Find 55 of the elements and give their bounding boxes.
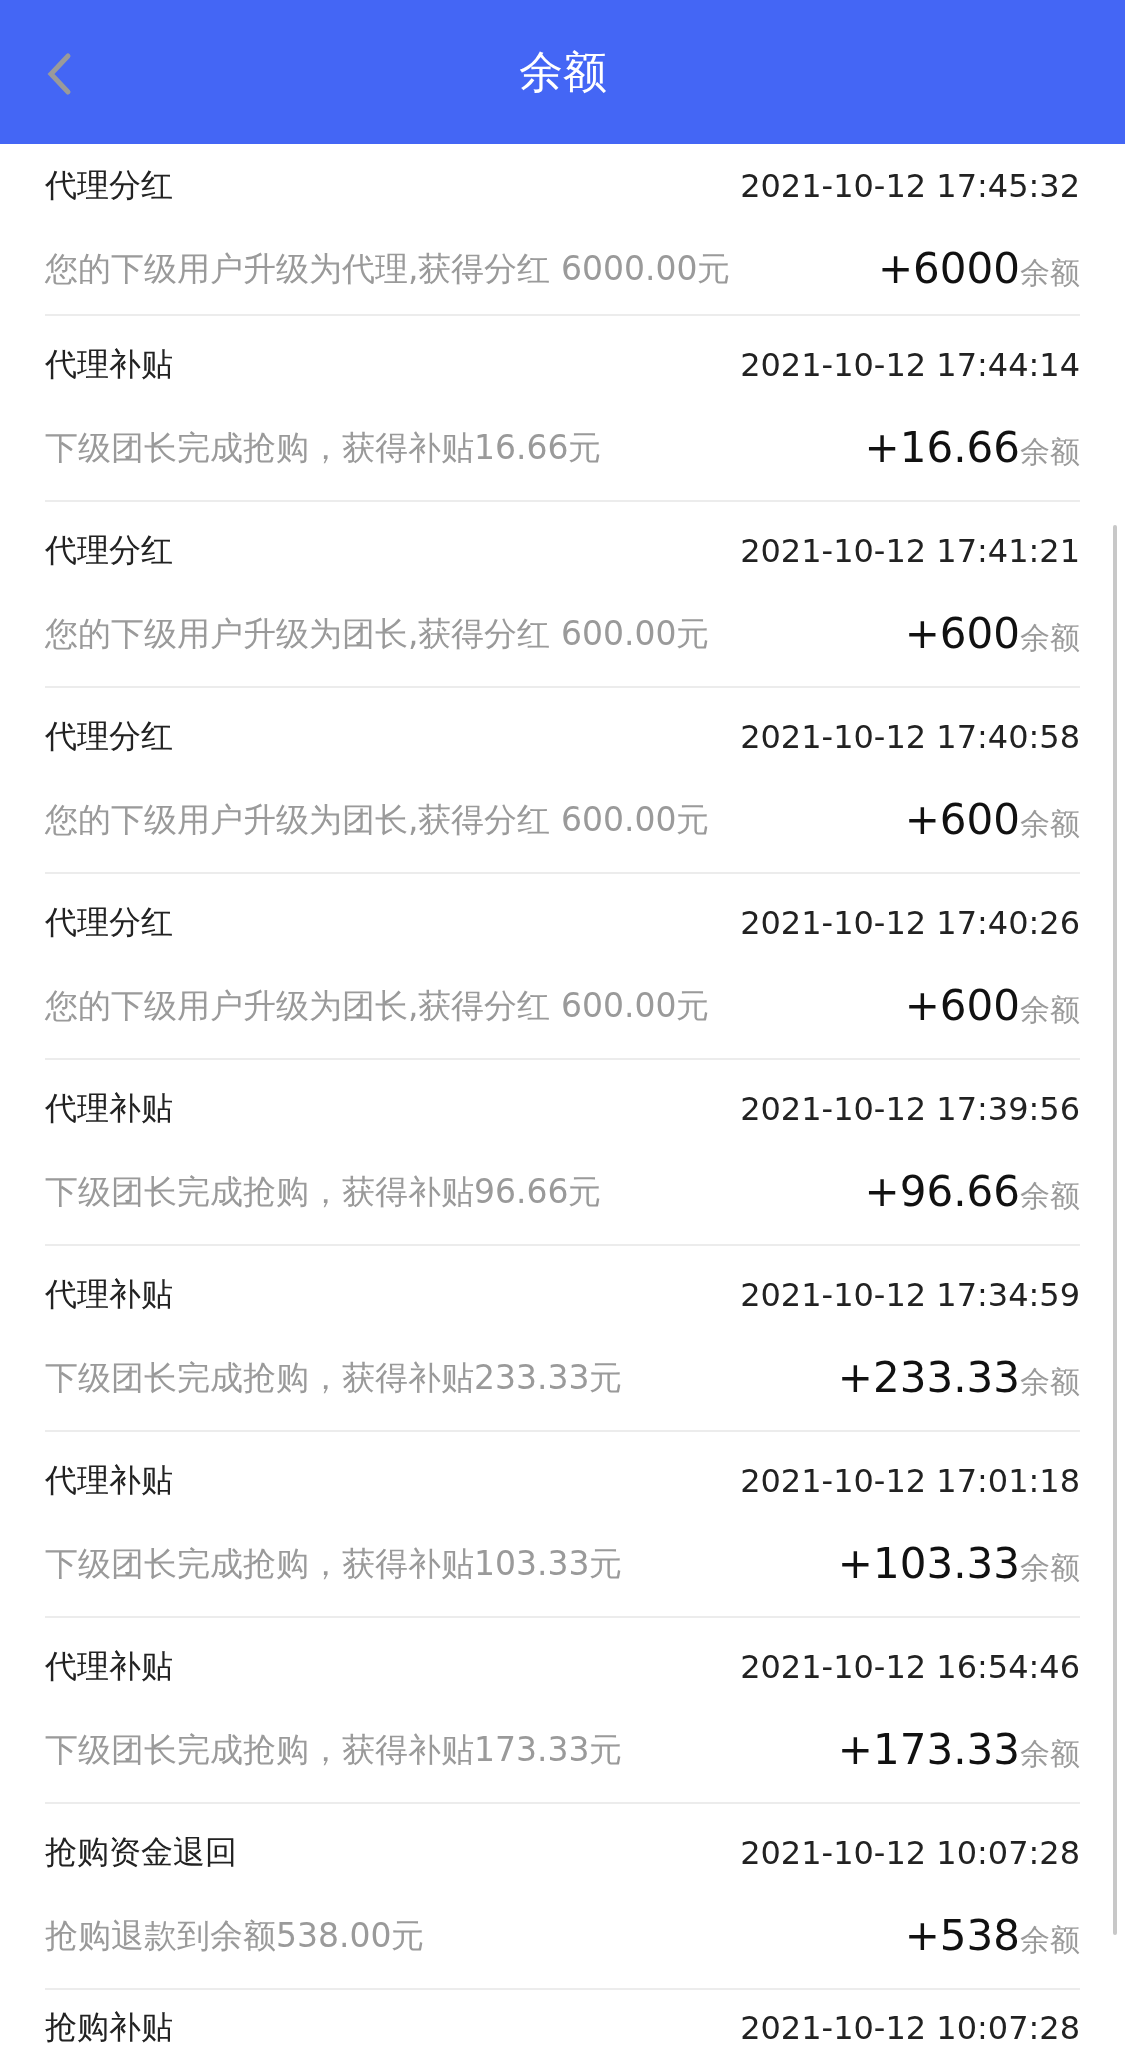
record-time: 2021-10-12 17:40:58 xyxy=(740,718,1080,756)
record-time: 2021-10-12 17:45:32 xyxy=(740,167,1080,205)
record-title: 代理分红 xyxy=(45,902,173,943)
record-time: 2021-10-12 10:07:28 xyxy=(740,1834,1080,1872)
amount-unit: 余额 xyxy=(1020,1921,1080,1959)
record-description: 抢购退款到余额538.00元 xyxy=(45,1914,425,1957)
record-amount: +6000 xyxy=(877,244,1020,293)
record-amount: +600 xyxy=(904,795,1020,844)
record-title: 抢购资金退回 xyxy=(45,1832,237,1873)
record-title: 代理补贴 xyxy=(45,1460,173,1501)
amount-unit: 余额 xyxy=(1020,1735,1080,1773)
record-description: 下级团长完成抢购，获得补贴103.33元 xyxy=(45,1542,623,1585)
record-time: 2021-10-12 17:39:56 xyxy=(740,1090,1080,1128)
amount-unit: 余额 xyxy=(1020,1177,1080,1215)
record-amount: +16.66 xyxy=(864,423,1020,472)
record-time: 2021-10-12 17:44:14 xyxy=(740,346,1080,384)
page-title: 余额 xyxy=(518,44,607,99)
record-description: 您的下级用户升级为团长,获得分红 600.00元 xyxy=(45,798,710,841)
record-time: 2021-10-12 17:41:21 xyxy=(740,532,1080,570)
amount-unit: 余额 xyxy=(1020,1363,1080,1401)
amount-unit: 余额 xyxy=(1020,1549,1080,1587)
record-amount: +173.33 xyxy=(837,1725,1020,1774)
record-amount: +600 xyxy=(904,981,1020,1030)
record-time: 2021-10-12 17:40:26 xyxy=(740,904,1080,942)
amount-unit: 余额 xyxy=(1020,619,1080,657)
record-title: 代理补贴 xyxy=(45,1088,173,1129)
record-time: 2021-10-12 17:01:18 xyxy=(740,1462,1080,1500)
record-description: 下级团长完成抢购，获得补贴16.66元 xyxy=(45,426,602,469)
record-time: 2021-10-12 17:34:59 xyxy=(740,1276,1080,1314)
record-time: 2021-10-12 16:54:46 xyxy=(740,1648,1080,1686)
amount-unit: 余额 xyxy=(1020,805,1080,843)
record-description: 下级团长完成抢购，获得补贴233.33元 xyxy=(45,1356,623,1399)
record-title: 抢购补贴 xyxy=(45,2007,173,2048)
record-title: 代理补贴 xyxy=(45,1646,173,1687)
back-icon[interactable] xyxy=(46,52,72,96)
record-description: 下级团长完成抢购，获得补贴96.66元 xyxy=(45,1170,602,1213)
record-description: 您的下级用户升级为代理,获得分红 6000.00元 xyxy=(45,247,731,290)
amount-unit: 余额 xyxy=(1020,254,1080,292)
record-title: 代理补贴 xyxy=(45,344,173,385)
record-amount: +96.66 xyxy=(864,1167,1020,1216)
record-amount: +600 xyxy=(904,609,1020,658)
scrollbar[interactable] xyxy=(1113,525,1117,1935)
record-title: 代理分红 xyxy=(45,165,173,206)
amount-unit: 余额 xyxy=(1020,991,1080,1029)
record-description: 您的下级用户升级为团长,获得分红 600.00元 xyxy=(45,984,710,1027)
record-title: 代理分红 xyxy=(45,530,173,571)
record-amount: +538 xyxy=(904,1911,1020,1960)
record-title: 代理补贴 xyxy=(45,1274,173,1315)
record-amount: +233.33 xyxy=(837,1353,1020,1402)
record-description: 下级团长完成抢购，获得补贴173.33元 xyxy=(45,1728,623,1771)
record-title: 代理分红 xyxy=(45,716,173,757)
amount-unit: 余额 xyxy=(1020,433,1080,471)
record-description: 您的下级用户升级为团长,获得分红 600.00元 xyxy=(45,612,710,655)
record-time: 2021-10-12 10:07:28 xyxy=(740,2009,1080,2047)
record-amount: +103.33 xyxy=(837,1539,1020,1588)
